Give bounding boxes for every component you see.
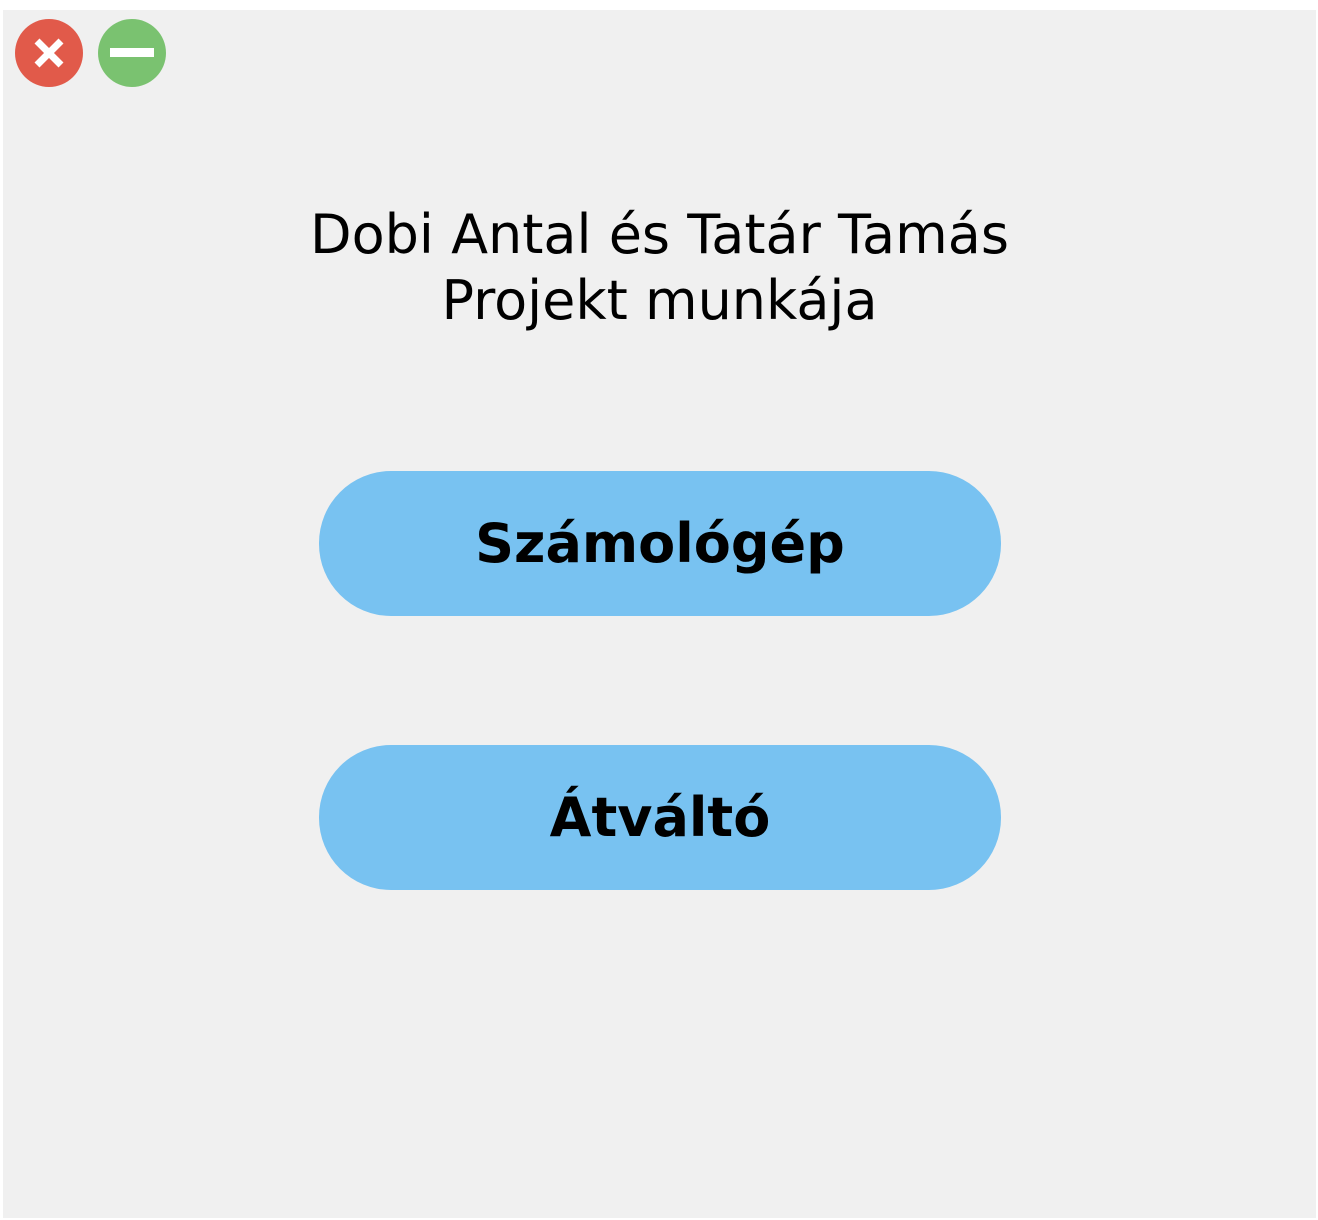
calculator-button[interactable]: Számológép [319, 471, 1001, 616]
page-title: Dobi Antal és Tatár Tamás Projekt munkáj… [3, 202, 1316, 334]
close-icon [34, 38, 64, 68]
minimize-icon [110, 48, 154, 57]
converter-button[interactable]: Átváltó [319, 745, 1001, 890]
minimize-button[interactable] [98, 19, 166, 87]
close-button[interactable] [15, 19, 83, 87]
title-line-2: Projekt munkája [441, 269, 878, 332]
title-line-1: Dobi Antal és Tatár Tamás [310, 203, 1009, 266]
app-window: Dobi Antal és Tatár Tamás Projekt munkáj… [3, 10, 1316, 1218]
window-controls [15, 19, 166, 87]
